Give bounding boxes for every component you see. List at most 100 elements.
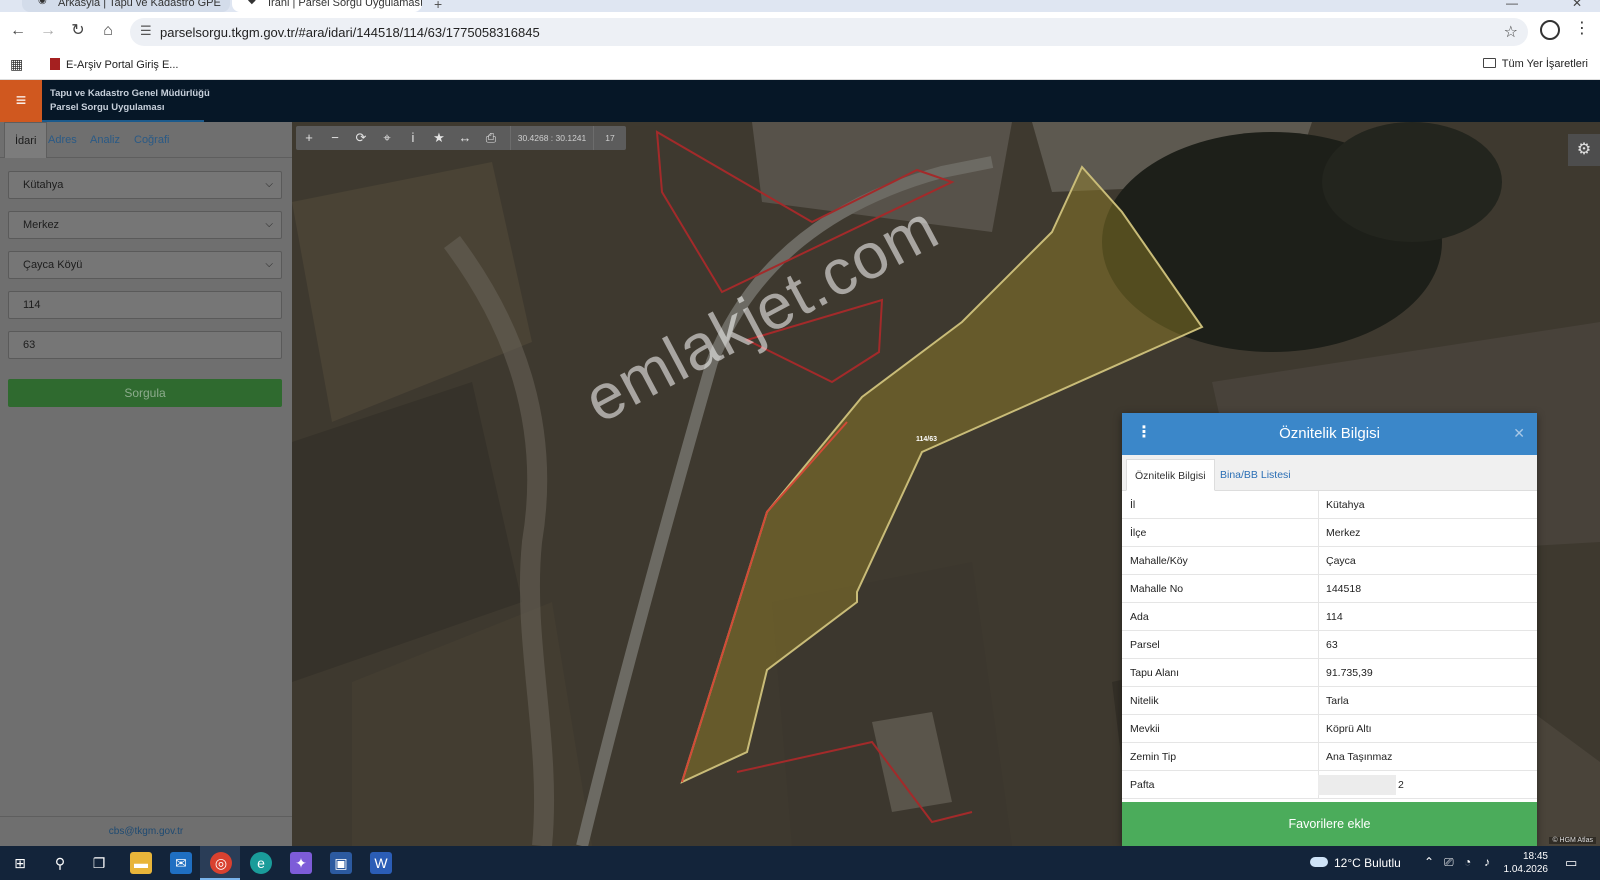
panel-tabs: Öznitelik Bilgisi Bina/BB Listesi xyxy=(1122,455,1537,491)
favorite-star-icon[interactable]: ★ xyxy=(426,126,452,150)
windows-taskbar: ⊞ ⚲ ❐ ▬ ✉ ◎ e ✦ ▣ W 12°C Bulutlu ⌃ ⎚ ◔ ♪… xyxy=(0,846,1600,880)
zoom-in-icon[interactable]: + xyxy=(296,126,322,150)
table-row: Ada 114 xyxy=(1122,603,1537,631)
block-value: 114 xyxy=(23,299,41,311)
address-bar-row: ← → ↻ ⌂ ☰ parselsorgu.tkgm.gov.tr/#ara/i… xyxy=(0,12,1600,52)
network-icon[interactable]: ⎚ xyxy=(1444,855,1454,870)
province-value: Kütahya xyxy=(23,179,64,191)
query-sidebar: İdari Adres Analiz Coğrafi Kütahya ⌵ Mer… xyxy=(0,122,292,846)
attribute-panel: Öznitelik Bilgisi ⋮ ✕ Öznitelik Bilgisi … xyxy=(1122,413,1537,846)
browser-tabstrip: ◉ Arkasyla | Tapu ve Kadastro GPE ◆ Iran… xyxy=(0,0,1600,12)
attr-key: Parsel xyxy=(1130,639,1160,651)
tab-cografi[interactable]: Coğrafi xyxy=(124,122,179,158)
clock-date: 1.04.2026 xyxy=(1503,864,1549,875)
panel-header: Öznitelik Bilgisi ⋮ ✕ xyxy=(1122,413,1537,455)
attr-value: Çayca xyxy=(1326,555,1356,567)
close-icon[interactable]: ✕ xyxy=(1513,425,1525,442)
location-pin-icon: ◆ xyxy=(248,0,256,6)
volume-icon[interactable]: ♪ xyxy=(1484,855,1490,869)
zoom-level-readout: 17 xyxy=(605,133,615,143)
attr-key: Mahalle No xyxy=(1130,583,1184,595)
block-input[interactable]: 114 xyxy=(8,291,282,319)
zoom-out-icon[interactable]: − xyxy=(322,126,348,150)
chrome-icon[interactable]: ◎ xyxy=(210,852,232,874)
attr-value: 2 xyxy=(1398,779,1404,791)
reload-icon[interactable]: ↻ xyxy=(67,20,89,42)
tab-bina-listesi[interactable]: Bina/BB Listesi xyxy=(1212,459,1299,491)
province-select[interactable]: Kütahya ⌵ xyxy=(8,171,282,199)
print-icon[interactable]: ⎙ xyxy=(478,126,504,150)
file-explorer-icon[interactable]: ▬ xyxy=(130,852,152,874)
new-tab-icon[interactable]: + xyxy=(434,0,442,12)
bookmark-star-icon[interactable]: ☆ xyxy=(1504,22,1518,42)
notification-icon[interactable]: ▭ xyxy=(1565,855,1577,871)
add-favorite-button[interactable]: Favorilere ekle xyxy=(1122,802,1537,846)
table-row: Parsel 63 xyxy=(1122,631,1537,659)
system-clock[interactable]: 18:45 1.04.2026 xyxy=(1498,850,1549,876)
browser-tab-2[interactable]: ◆ Irani | Parsel Sorgu Uygulaması xyxy=(232,0,422,12)
attr-value: 144518 xyxy=(1326,583,1362,595)
profile-icon[interactable] xyxy=(1540,20,1560,40)
store-icon[interactable]: ▣ xyxy=(330,852,352,874)
info-icon[interactable]: i xyxy=(400,126,426,150)
tab-oznitelik[interactable]: Öznitelik Bilgisi xyxy=(1126,459,1215,491)
attr-value: Ana Taşınmaz xyxy=(1326,751,1393,763)
url-field[interactable]: ☰ parselsorgu.tkgm.gov.tr/#ara/idari/144… xyxy=(130,18,1528,46)
back-icon[interactable]: ← xyxy=(7,20,29,42)
task-view-icon[interactable]: ❐ xyxy=(88,852,110,874)
attr-key: Ada xyxy=(1130,611,1149,623)
browser-menu-icon[interactable]: ⋮ xyxy=(1574,18,1590,38)
map-toolbar: + − ⟳ ⌖ i ★ ↔ ⎙ 30.4268 : 30.1241 17 xyxy=(296,126,626,150)
table-row: Mevkii Köprü Altı xyxy=(1122,715,1537,743)
edge-icon[interactable]: e xyxy=(250,852,272,874)
table-row: Pafta 2 xyxy=(1122,771,1537,799)
tab-analiz[interactable]: Analiz xyxy=(80,122,130,158)
mail-icon[interactable]: ✉ xyxy=(170,852,192,874)
parcel-map-label: 114/63 xyxy=(916,436,938,443)
attr-key: Tapu Alanı xyxy=(1130,667,1180,679)
table-row: Tapu Alanı 91.735,39 xyxy=(1122,659,1537,687)
attr-key: Mahalle/Köy xyxy=(1130,555,1188,567)
pdf-icon xyxy=(50,58,60,70)
bookmark-e-arsiv[interactable]: E-Arşiv Portal Giriş E... xyxy=(50,58,178,71)
parcel-input[interactable]: 63 xyxy=(8,331,282,359)
attr-value: 63 xyxy=(1326,639,1338,651)
tab-favicon-icon: ◉ xyxy=(38,0,47,6)
table-row: Mahalle No 144518 xyxy=(1122,575,1537,603)
apps-grid-icon[interactable]: ▦ xyxy=(10,56,23,73)
all-bookmarks[interactable]: Tüm Yer İşaretleri xyxy=(1482,58,1588,70)
table-row: Nitelik Tarla xyxy=(1122,687,1537,715)
parcel-value: 63 xyxy=(23,339,36,351)
site-info-icon[interactable]: ☰ xyxy=(140,23,152,39)
url-text[interactable]: parselsorgu.tkgm.gov.tr/#ara/idari/14451… xyxy=(160,25,540,40)
district-select[interactable]: Merkez ⌵ xyxy=(8,211,282,239)
minimize-icon[interactable]: — xyxy=(1506,0,1518,10)
hamburger-menu-icon[interactable]: ≡ xyxy=(0,80,42,122)
locate-icon[interactable]: ⌖ xyxy=(374,126,400,150)
windows-start-icon[interactable]: ⊞ xyxy=(9,852,31,874)
browser-tab-1[interactable]: ◉ Arkasyla | Tapu ve Kadastro GPE xyxy=(22,0,230,12)
app-title-line2: Parsel Sorgu Uygulaması xyxy=(50,102,165,113)
word-icon[interactable]: W xyxy=(370,852,392,874)
forward-icon[interactable]: → xyxy=(37,20,59,42)
kebab-menu-icon[interactable]: ⋮ xyxy=(1136,422,1152,442)
attr-key: Pafta xyxy=(1130,779,1155,791)
panel-title: Öznitelik Bilgisi xyxy=(1279,425,1380,442)
browser-tab-label: Irani | Parsel Sorgu Uygulaması xyxy=(268,0,422,9)
close-window-icon[interactable]: ✕ xyxy=(1572,0,1582,10)
attr-value: Köprü Altı xyxy=(1326,723,1372,735)
wifi-icon[interactable]: ◔ xyxy=(1464,855,1471,869)
weather-widget[interactable]: 12°C Bulutlu xyxy=(1310,856,1401,870)
contact-email-link[interactable]: cbs@tkgm.gov.tr xyxy=(0,816,292,846)
search-icon[interactable]: ⚲ xyxy=(49,852,71,874)
neighborhood-select[interactable]: Çayca Köyü ⌵ xyxy=(8,251,282,279)
refresh-icon[interactable]: ⟳ xyxy=(348,126,374,150)
home-icon[interactable]: ⌂ xyxy=(97,20,119,42)
table-row: İlçe Merkez xyxy=(1122,519,1537,547)
query-button[interactable]: Sorgula xyxy=(8,379,282,407)
tray-chevron-icon[interactable]: ⌃ xyxy=(1424,855,1434,869)
district-value: Merkez xyxy=(23,219,60,231)
settings-gear-icon[interactable]: ⚙ xyxy=(1568,134,1600,166)
copilot-icon[interactable]: ✦ xyxy=(290,852,312,874)
measure-icon[interactable]: ↔ xyxy=(452,126,478,150)
